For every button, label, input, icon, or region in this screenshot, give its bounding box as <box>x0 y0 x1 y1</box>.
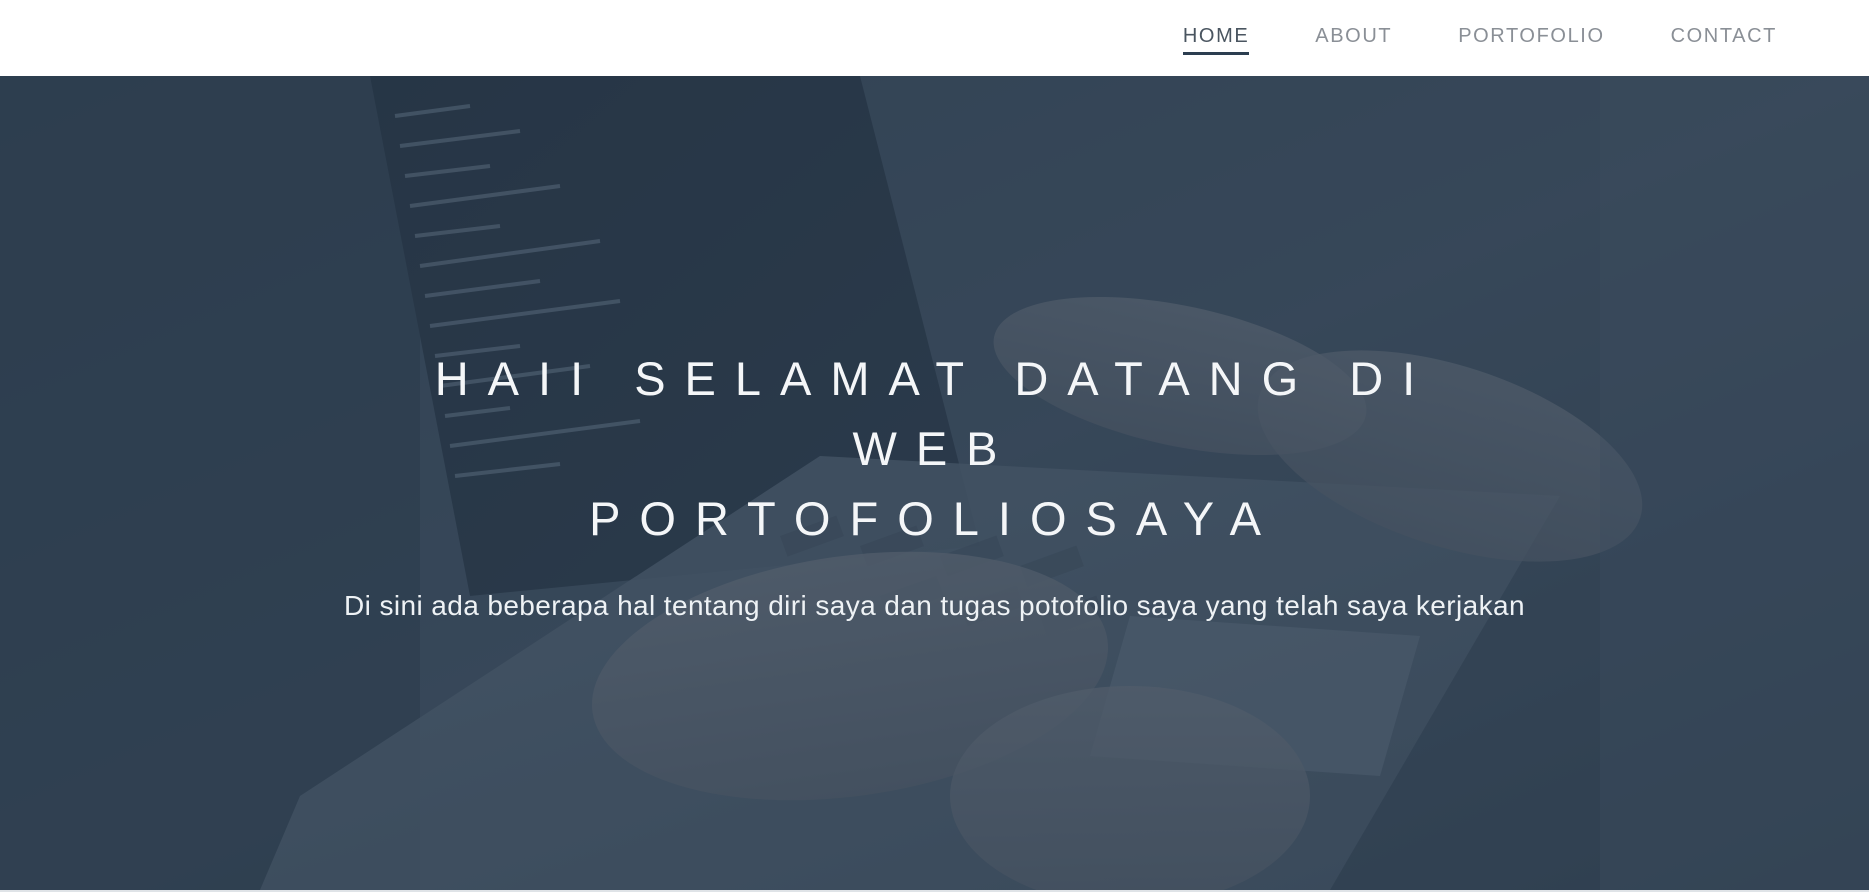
nav-item-about: ABOUT <box>1315 23 1392 54</box>
nav-item-home: HOME <box>1182 21 1250 55</box>
nav-link-portofolio[interactable]: PORTOFOLIO <box>1458 21 1604 52</box>
hero-subtitle: Di sini ada beberapa hal tentang diri sa… <box>344 590 1525 621</box>
nav-link-contact[interactable]: CONTACT <box>1671 21 1777 52</box>
hero-title: HAII SELAMAT DATANG DI WEB PORTOFOLIOSAY… <box>355 344 1515 554</box>
nav-menu: HOME ABOUT PORTOFOLIO CONTACT <box>1182 0 1777 76</box>
nav-item-contact: CONTACT <box>1671 23 1777 54</box>
navbar: HOME ABOUT PORTOFOLIO CONTACT <box>0 0 1869 76</box>
nav-link-about[interactable]: ABOUT <box>1315 21 1392 52</box>
nav-item-portofolio: PORTOFOLIO <box>1458 23 1604 54</box>
nav-link-home[interactable]: HOME <box>1182 21 1250 55</box>
hero-title-line-2: PORTOFOLIOSAYA <box>589 492 1280 545</box>
hero-section: HAII SELAMAT DATANG DI WEB PORTOFOLIOSAY… <box>0 76 1869 890</box>
hero-title-line-1: HAII SELAMAT DATANG DI WEB <box>434 352 1435 475</box>
hero-content: HAII SELAMAT DATANG DI WEB PORTOFOLIOSAY… <box>0 344 1869 622</box>
